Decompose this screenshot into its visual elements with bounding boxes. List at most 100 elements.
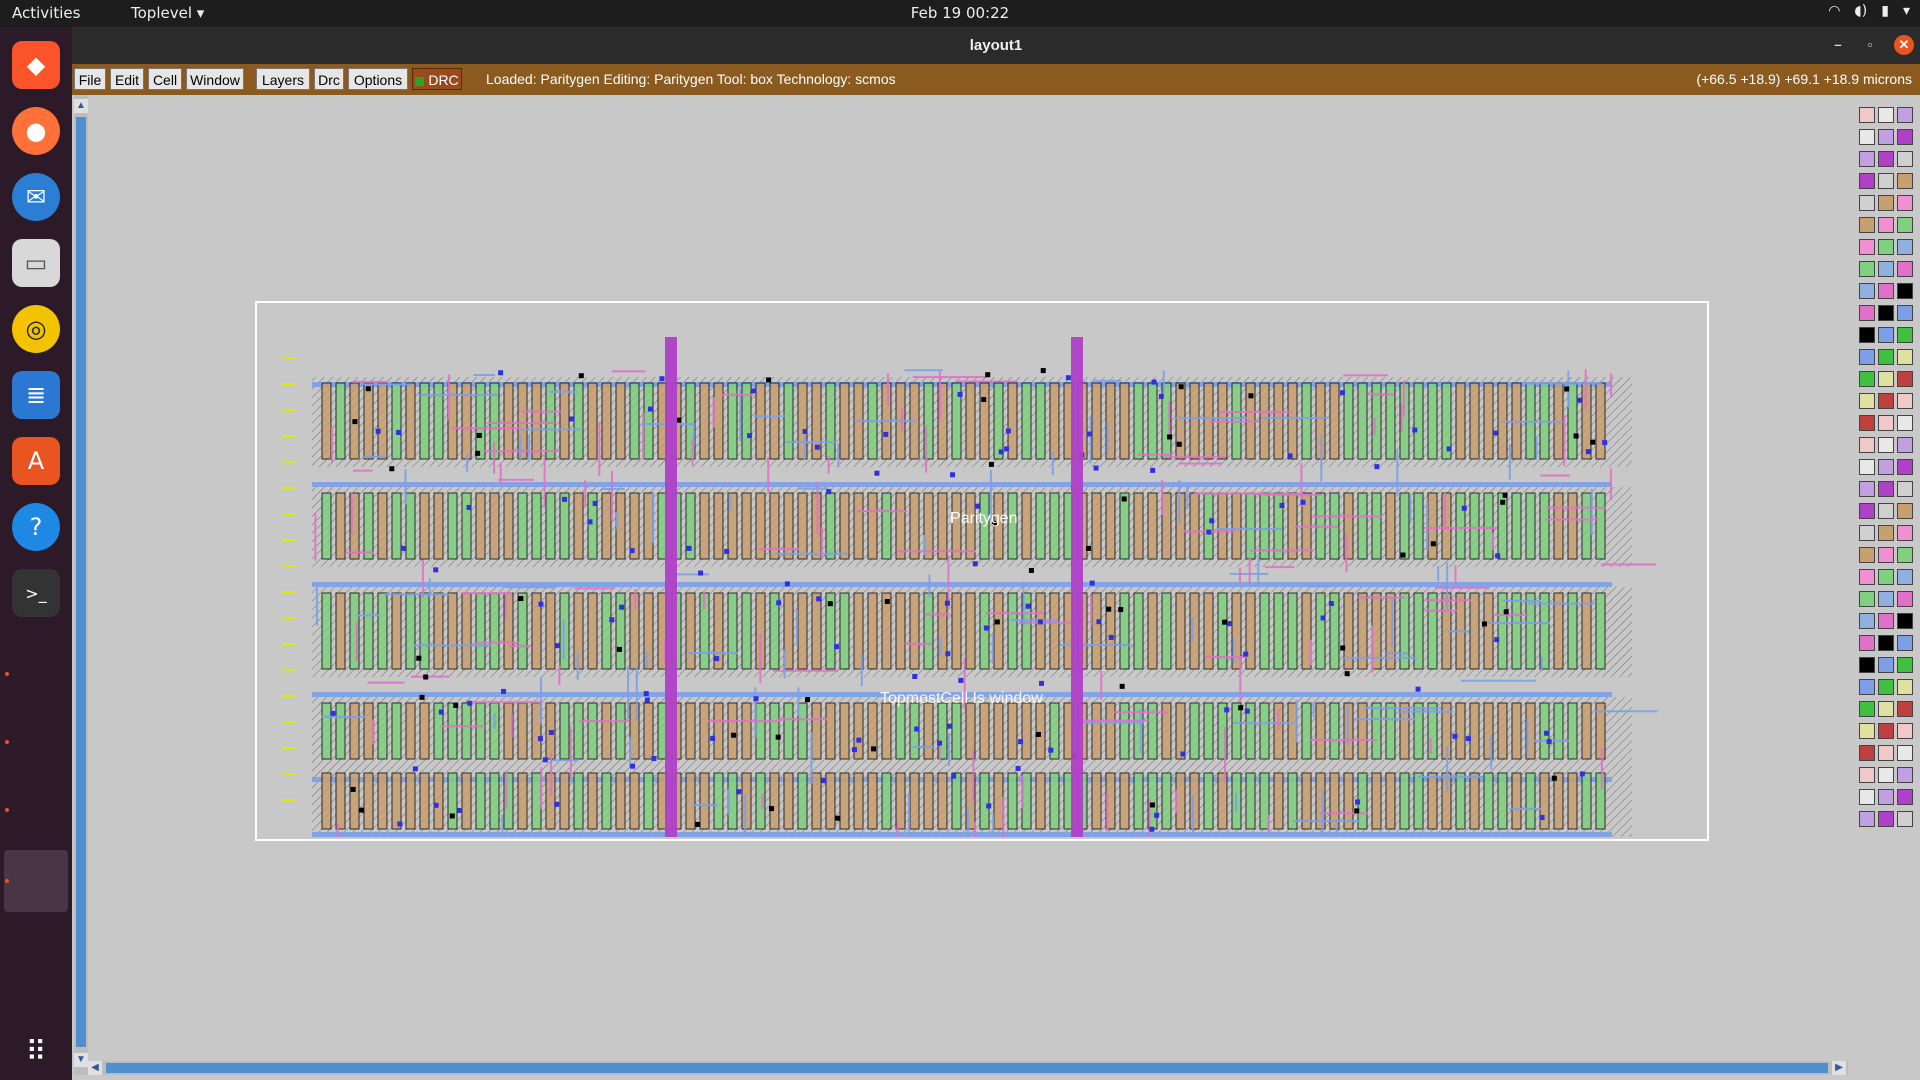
system-tray[interactable]: ◠ ◖) ▮ ▾ xyxy=(1828,3,1910,19)
layer-swatch[interactable] xyxy=(1859,261,1875,277)
layer-swatch[interactable] xyxy=(1878,767,1894,783)
show-apps-grid-icon[interactable]: ⠿ xyxy=(12,1027,60,1075)
libreoffice-writer-icon[interactable]: ≣ xyxy=(12,371,60,419)
scroll-left-icon[interactable]: ◀ xyxy=(88,1061,102,1075)
layer-palette[interactable] xyxy=(1857,97,1917,1077)
layer-swatch[interactable] xyxy=(1878,261,1894,277)
layer-swatch[interactable] xyxy=(1878,547,1894,563)
layer-swatch[interactable] xyxy=(1859,371,1875,387)
menu-window[interactable]: Window xyxy=(186,68,244,90)
layer-swatch[interactable] xyxy=(1859,393,1875,409)
menu-options[interactable]: Options xyxy=(348,68,408,90)
layer-swatch[interactable] xyxy=(1878,635,1894,651)
layer-swatch[interactable] xyxy=(1878,789,1894,805)
layer-swatch[interactable] xyxy=(1859,503,1875,519)
layer-swatch[interactable] xyxy=(1859,195,1875,211)
layer-swatch[interactable] xyxy=(1897,217,1913,233)
layer-swatch[interactable] xyxy=(1859,173,1875,189)
vertical-scrollbar[interactable]: ▲ ▼ xyxy=(74,95,88,1075)
layer-swatch[interactable] xyxy=(1859,327,1875,343)
layer-swatch[interactable] xyxy=(1878,569,1894,585)
layer-swatch[interactable] xyxy=(1897,107,1913,123)
layer-swatch[interactable] xyxy=(1859,767,1875,783)
layer-swatch[interactable] xyxy=(1897,349,1913,365)
layer-swatch[interactable] xyxy=(1859,283,1875,299)
layer-swatch[interactable] xyxy=(1878,393,1894,409)
layer-swatch[interactable] xyxy=(1878,107,1894,123)
layer-swatch[interactable] xyxy=(1897,283,1913,299)
layer-swatch[interactable] xyxy=(1897,591,1913,607)
layer-swatch[interactable] xyxy=(1897,657,1913,673)
layer-swatch[interactable] xyxy=(1897,151,1913,167)
layer-swatch[interactable] xyxy=(1878,525,1894,541)
horizontal-scrollbar[interactable]: ◀ ▶ xyxy=(88,1061,1848,1075)
layer-swatch[interactable] xyxy=(1878,459,1894,475)
layer-swatch[interactable] xyxy=(1859,129,1875,145)
firefox-icon[interactable]: ● xyxy=(12,107,60,155)
layer-swatch[interactable] xyxy=(1897,415,1913,431)
layer-swatch[interactable] xyxy=(1859,701,1875,717)
layer-swatch[interactable] xyxy=(1859,723,1875,739)
layer-swatch[interactable] xyxy=(1878,239,1894,255)
layer-swatch[interactable] xyxy=(1897,481,1913,497)
layer-swatch[interactable] xyxy=(1878,195,1894,211)
minimize-icon[interactable]: – xyxy=(1828,35,1848,55)
layer-swatch[interactable] xyxy=(1859,525,1875,541)
layer-swatch[interactable] xyxy=(1897,371,1913,387)
layer-swatch[interactable] xyxy=(1859,305,1875,321)
scroll-right-icon[interactable]: ▶ xyxy=(1832,1061,1846,1075)
layer-swatch[interactable] xyxy=(1878,657,1894,673)
menu-edit[interactable]: Edit xyxy=(110,68,144,90)
scroll-down-icon[interactable]: ▼ xyxy=(74,1053,88,1067)
layer-swatch[interactable] xyxy=(1859,547,1875,563)
layer-swatch[interactable] xyxy=(1878,591,1894,607)
layer-swatch[interactable] xyxy=(1859,745,1875,761)
app-menu-toplevel[interactable]: Toplevel ▾ xyxy=(131,4,204,22)
layer-swatch[interactable] xyxy=(1859,657,1875,673)
brave-browser-icon[interactable]: ◆ xyxy=(12,41,60,89)
layer-swatch[interactable] xyxy=(1897,305,1913,321)
maximize-icon[interactable]: ▫ xyxy=(1860,35,1880,55)
layer-swatch[interactable] xyxy=(1859,679,1875,695)
rhythmbox-icon[interactable]: ◎ xyxy=(12,305,60,353)
layer-swatch[interactable] xyxy=(1859,481,1875,497)
layer-swatch[interactable] xyxy=(1859,415,1875,431)
window-titlebar[interactable]: layout1 – ▫ ✕ xyxy=(72,27,1920,64)
layer-swatch[interactable] xyxy=(1878,437,1894,453)
layer-swatch[interactable] xyxy=(1897,327,1913,343)
layer-swatch[interactable] xyxy=(1859,635,1875,651)
layer-swatch[interactable] xyxy=(1859,107,1875,123)
layer-swatch[interactable] xyxy=(1878,679,1894,695)
horizontal-scroll-thumb[interactable] xyxy=(106,1063,1828,1073)
menu-cell[interactable]: Cell xyxy=(148,68,182,90)
thunderbird-icon[interactable]: ✉ xyxy=(12,173,60,221)
layer-swatch[interactable] xyxy=(1859,349,1875,365)
layer-swatch[interactable] xyxy=(1897,613,1913,629)
close-icon[interactable]: ✕ xyxy=(1894,35,1914,55)
layer-swatch[interactable] xyxy=(1897,437,1913,453)
help-icon[interactable]: ? xyxy=(12,503,60,551)
layer-swatch[interactable] xyxy=(1859,151,1875,167)
layer-swatch[interactable] xyxy=(1859,569,1875,585)
layer-swatch[interactable] xyxy=(1878,327,1894,343)
menu-drc[interactable]: Drc xyxy=(314,68,344,90)
layer-swatch[interactable] xyxy=(1859,591,1875,607)
layer-swatch[interactable] xyxy=(1878,811,1894,827)
layer-swatch[interactable] xyxy=(1897,261,1913,277)
layer-swatch[interactable] xyxy=(1897,503,1913,519)
layer-swatch[interactable] xyxy=(1897,811,1913,827)
layer-swatch[interactable] xyxy=(1897,173,1913,189)
app-center-icon[interactable]: A xyxy=(12,437,60,485)
layer-swatch[interactable] xyxy=(1897,547,1913,563)
layer-swatch[interactable] xyxy=(1897,745,1913,761)
layer-swatch[interactable] xyxy=(1878,613,1894,629)
menu-file[interactable]: File xyxy=(74,68,106,90)
layer-swatch[interactable] xyxy=(1878,129,1894,145)
layer-swatch[interactable] xyxy=(1859,789,1875,805)
layer-swatch[interactable] xyxy=(1878,701,1894,717)
layer-swatch[interactable] xyxy=(1859,613,1875,629)
layer-swatch[interactable] xyxy=(1878,305,1894,321)
menu-layers[interactable]: Layers xyxy=(256,68,310,90)
activities-button[interactable]: Activities xyxy=(12,4,80,22)
layer-swatch[interactable] xyxy=(1878,371,1894,387)
